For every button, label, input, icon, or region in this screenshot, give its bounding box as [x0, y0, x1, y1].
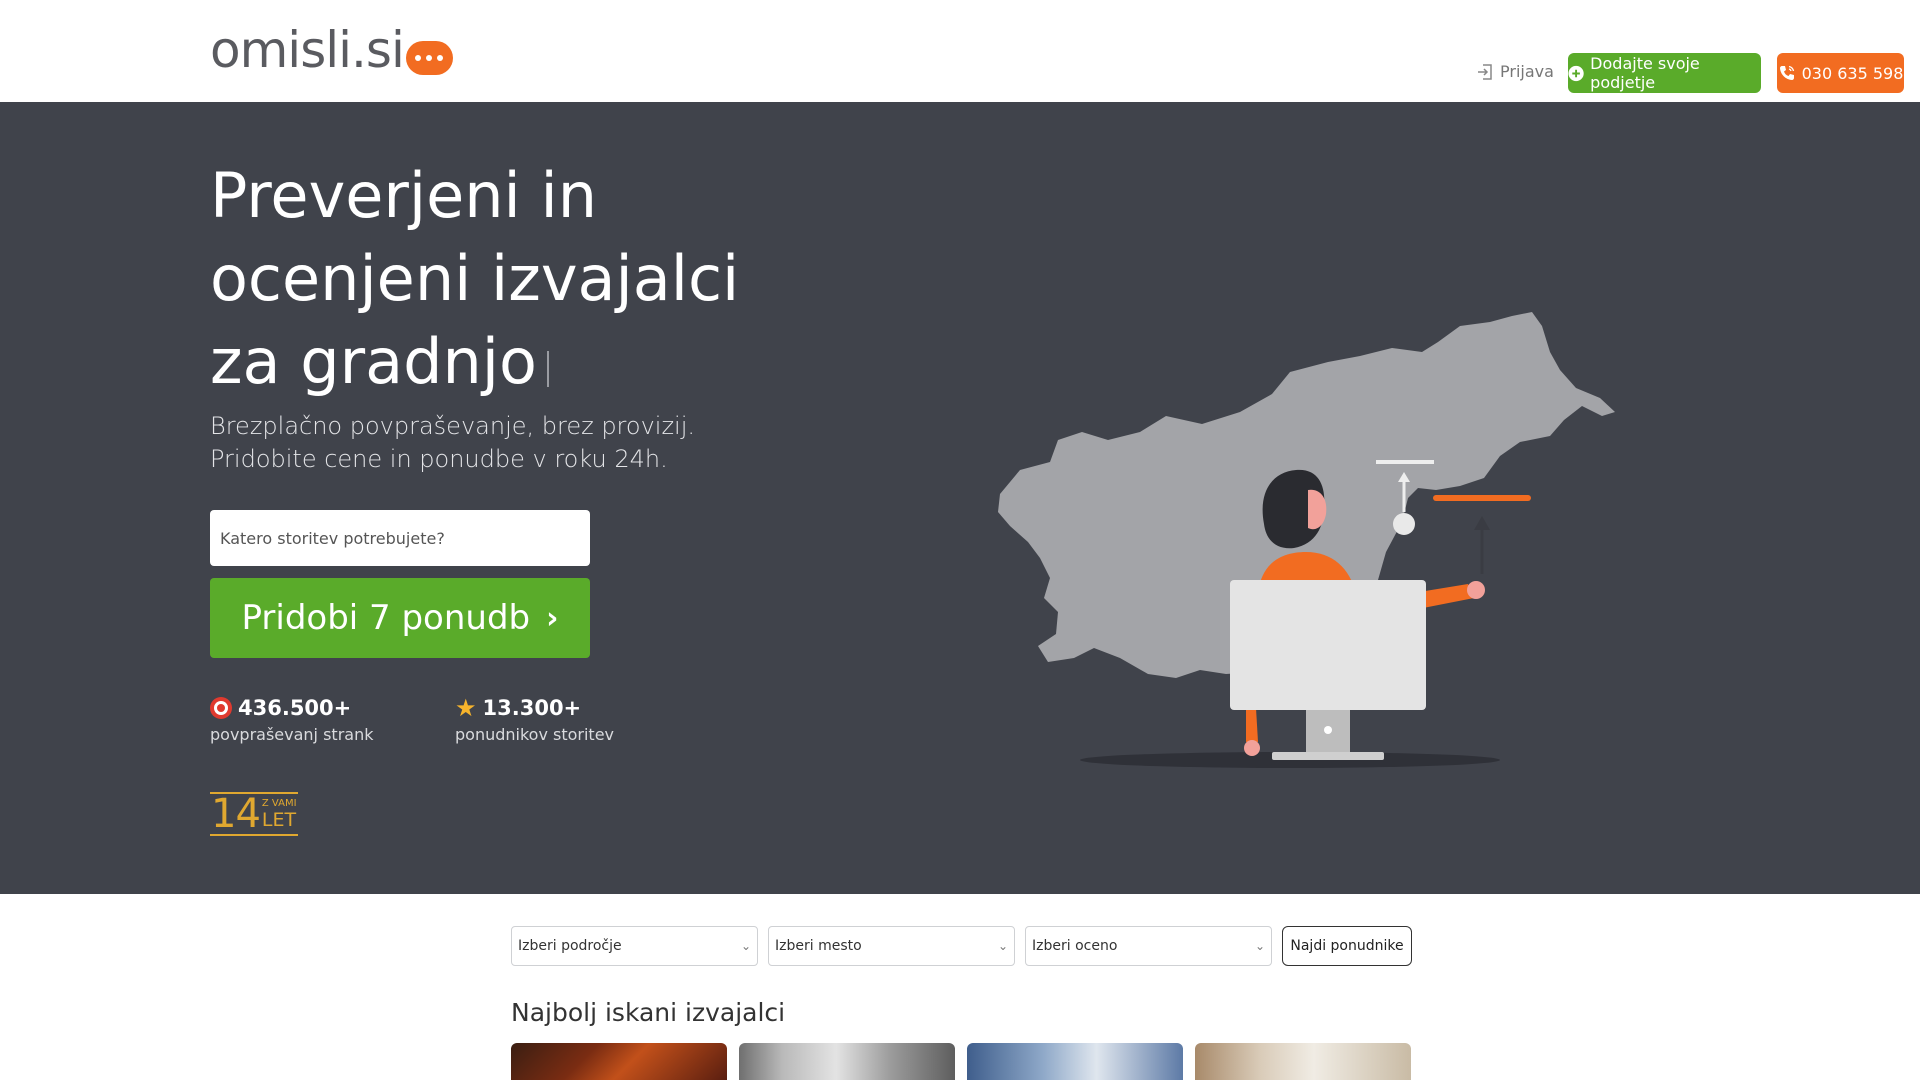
add-company-button[interactable]: Dodajte svoje podjetje	[1568, 53, 1761, 93]
star-icon: ★	[455, 694, 477, 722]
hero-subtitle-line-2: Pridobite cene in ponudbe v roku 24h.	[210, 445, 668, 473]
chevron-down-icon: ⌄	[740, 939, 751, 953]
monitor-screen	[1230, 580, 1426, 710]
monitor-base	[1272, 752, 1384, 760]
person-leg	[1246, 708, 1258, 742]
hero-subtitle-line-1: Brezplačno povpraševanje, brez provizij.	[210, 412, 696, 440]
login-label: Prijava	[1500, 62, 1554, 81]
login-icon	[1478, 63, 1492, 80]
login-link[interactable]: Prijava	[1476, 62, 1554, 81]
hero-title: Preverjeni in ocenjeni izvajalci za grad…	[210, 159, 740, 398]
get-offers-button[interactable]: Pridobi 7 ponudb ›	[210, 578, 590, 658]
stat-providers-value: 13.300+	[482, 696, 582, 720]
chevron-right-icon: ›	[546, 600, 559, 636]
phone-label: 030 635 598	[1801, 63, 1904, 83]
stat-requests-value: 436.500+	[238, 696, 352, 720]
typing-cursor	[546, 351, 549, 387]
person-foot	[1244, 740, 1260, 756]
rating-select-label: Izberi oceno	[1032, 938, 1118, 954]
years-number: 14	[211, 791, 261, 837]
provider-filter-bar: Izberi področje ⌄ Izberi mesto ⌄ Izberi …	[511, 926, 1412, 966]
monitor-stand-dot	[1324, 726, 1332, 734]
city-select[interactable]: Izberi mesto ⌄	[768, 926, 1015, 966]
stat-requests-label: povpraševanj strank	[210, 725, 374, 744]
years-badge: 14 Z VAMI LET	[210, 792, 298, 836]
rating-select[interactable]: Izberi oceno ⌄	[1025, 926, 1272, 966]
provider-card-image[interactable]	[739, 1043, 955, 1080]
stat-requests: 436.500+ povpraševanj strank	[210, 694, 373, 746]
city-select-label: Izberi mesto	[775, 938, 862, 954]
popular-providers-cards	[511, 1043, 1411, 1080]
area-select[interactable]: Izberi področje ⌄	[511, 926, 758, 966]
find-providers-button[interactable]: Najdi ponudnike	[1282, 926, 1412, 966]
target-icon	[210, 697, 232, 719]
logo-text: omisli.si	[210, 21, 405, 79]
site-header: omisli.si Prijava Dodajte svoje podjetje…	[0, 0, 1920, 102]
provider-card-image[interactable]	[967, 1043, 1183, 1080]
add-company-label: Dodajte svoje podjetje	[1590, 54, 1700, 92]
slovenia-map-illustration	[998, 312, 1615, 768]
find-providers-label: Najdi ponudnike	[1290, 938, 1404, 954]
marker-dot	[1393, 513, 1415, 535]
provider-card-image[interactable]	[1195, 1043, 1411, 1080]
provider-card-image[interactable]	[511, 1043, 727, 1080]
get-offers-label: Pridobi 7 ponudb	[241, 598, 531, 638]
phone-icon	[1779, 65, 1794, 80]
service-search-input[interactable]	[210, 510, 590, 566]
phone-button[interactable]: 030 635 598	[1777, 53, 1904, 93]
hero-section: Preverjeni in ocenjeni izvajalci za grad…	[0, 102, 1920, 894]
person-hand	[1467, 581, 1485, 599]
stat-providers-label: ponudnikov storitev	[455, 725, 615, 744]
chevron-down-icon: ⌄	[1254, 939, 1265, 953]
section-title: Najbolj iskani izvajalci	[511, 998, 786, 1027]
hero-subtitle: Brezplačno povpraševanje, brez provizij.…	[210, 410, 770, 476]
plus-circle-icon	[1568, 65, 1584, 81]
chevron-down-icon: ⌄	[997, 939, 1008, 953]
site-logo[interactable]: omisli.si	[210, 22, 453, 78]
stat-providers: ★ 13.300+ ponudnikov storitev	[455, 694, 614, 746]
pointer-arrow	[1474, 516, 1490, 530]
years-let-text: LET	[261, 809, 297, 831]
logo-bubble-icon	[405, 41, 453, 75]
area-select-label: Izberi področje	[518, 938, 622, 954]
